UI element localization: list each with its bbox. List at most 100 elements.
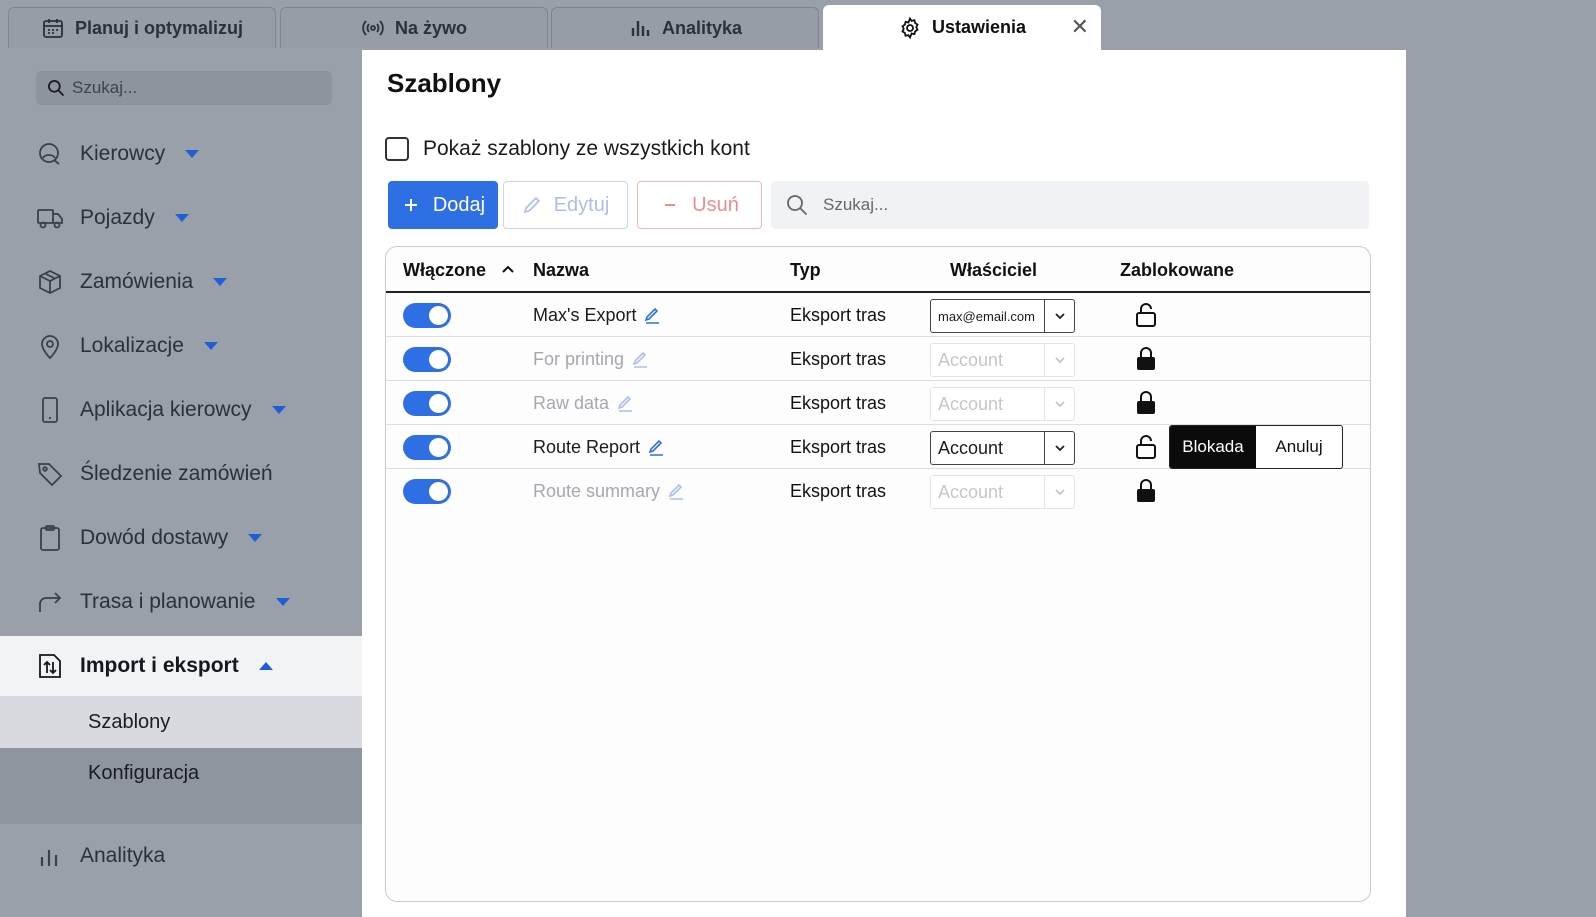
template-name: Max's Export — [533, 305, 661, 326]
sidebar-item-label: Aplikacja kierowcy — [80, 398, 252, 421]
tab-label: Analityka — [661, 17, 743, 38]
sidebar-item-locations[interactable]: Lokalizacje — [0, 314, 362, 378]
table-row[interactable]: For printing Eksport tras Account — [386, 337, 1370, 381]
unlock-icon[interactable] — [1134, 302, 1158, 328]
owner-select[interactable]: Account — [930, 431, 1075, 465]
edit-button[interactable]: Edytuj — [503, 181, 628, 229]
sidebar-subitem-templates[interactable]: Szablony — [0, 696, 362, 748]
enabled-toggle[interactable] — [403, 303, 451, 328]
sidebar-item-vehicles[interactable]: Pojazdy — [0, 186, 362, 250]
table-row[interactable]: Raw data Eksport tras Account — [386, 381, 1370, 425]
template-type: Eksport tras — [790, 305, 887, 325]
sidebar-item-analytics[interactable]: Analityka — [0, 824, 362, 888]
template-name: For printing — [533, 349, 649, 370]
sidebar-item-label: Śledzenie zamówień — [80, 462, 273, 485]
tab-plan-optimize[interactable]: Planuj i optymalizuj — [8, 7, 276, 48]
show-all-accounts-row[interactable]: Pokaż szablony ze wszystkich kont — [385, 137, 750, 161]
show-all-accounts-checkbox[interactable] — [385, 137, 409, 161]
pencil-icon — [668, 483, 684, 500]
template-type: Eksport tras — [790, 393, 887, 413]
sidebar-item-orders[interactable]: Zamówienia — [0, 250, 362, 314]
broadcast-icon — [362, 20, 384, 36]
tab-label: Planuj i optymalizuj — [74, 17, 244, 38]
enabled-toggle[interactable] — [403, 391, 451, 416]
import-export-icon — [39, 654, 61, 678]
column-enabled[interactable]: Włączone — [403, 260, 486, 281]
edit-button-label: Edytuj — [553, 193, 610, 216]
chevron-down-icon — [174, 214, 189, 222]
enabled-toggle[interactable] — [403, 435, 451, 460]
sidebar-item-label: Dowód dostawy — [80, 526, 229, 549]
sidebar-subitem-label: Szablony — [88, 710, 171, 733]
cancel-lock-button[interactable]: Anuluj — [1256, 426, 1342, 468]
sidebar-item-route-planning[interactable]: Trasa i planowanie — [0, 570, 362, 634]
add-button[interactable]: Dodaj — [388, 181, 498, 229]
owner-select[interactable]: max@email.com — [930, 299, 1075, 333]
chevron-down-icon — [185, 150, 200, 158]
owner-select-value: Account — [938, 437, 1004, 458]
unlock-icon[interactable] — [1134, 434, 1158, 460]
template-type: Eksport tras — [790, 437, 887, 457]
tab-analytics[interactable]: Analityka — [551, 7, 819, 48]
sidebar-item-label: Zamówienia — [80, 270, 194, 293]
template-search-input[interactable]: Szukaj... — [771, 181, 1369, 229]
lock-icon[interactable] — [1134, 478, 1158, 504]
chevron-up-icon — [258, 662, 273, 670]
table-row[interactable]: Route Report Eksport tras Account Blokad… — [386, 425, 1370, 469]
chevron-down-icon — [213, 278, 228, 286]
templates-panel: Szablony Pokaż szablony ze wszystkich ko… — [362, 50, 1406, 917]
templates-table: Włączone Nazwa Typ Właściciel Zablokowan… — [385, 246, 1371, 902]
table-row[interactable]: Route summary Eksport tras Account — [386, 469, 1370, 513]
chevron-down-icon — [1054, 313, 1065, 320]
tab-label: Na żywo — [394, 17, 468, 38]
sort-ascending-icon[interactable] — [500, 261, 516, 277]
template-name: Route Report — [533, 437, 665, 458]
template-name-text: Raw data — [533, 393, 610, 413]
owner-select: Account — [930, 387, 1075, 421]
tag-icon — [37, 463, 63, 487]
owner-select: Account — [930, 475, 1075, 509]
chevron-down-icon — [275, 598, 290, 606]
sidebar-item-order-tracking[interactable]: Śledzenie zamówień — [0, 442, 362, 506]
search-placeholder: Szukaj... — [72, 78, 138, 97]
chevron-down-icon — [1054, 401, 1065, 408]
pencil-icon[interactable] — [644, 307, 661, 324]
column-name[interactable]: Nazwa — [533, 260, 589, 281]
confirm-lock-button[interactable]: Blokada — [1170, 426, 1256, 468]
owner-select-value: Account — [938, 349, 1004, 370]
pencil-icon[interactable] — [648, 439, 665, 456]
column-owner[interactable]: Właściciel — [950, 260, 1037, 281]
chevron-down-icon — [1054, 357, 1065, 364]
sidebar-search-input[interactable]: Szukaj... — [36, 71, 332, 105]
plus-icon — [404, 199, 417, 211]
bar-chart-icon — [40, 850, 58, 866]
column-type[interactable]: Typ — [790, 260, 821, 281]
sidebar-item-proof-of-delivery[interactable]: Dowód dostawy — [0, 506, 362, 570]
table-row[interactable]: Max's Export Eksport tras max@email.com — [386, 293, 1370, 337]
truck-icon — [37, 209, 63, 229]
lock-icon[interactable] — [1134, 390, 1158, 416]
template-type: Eksport tras — [790, 481, 887, 501]
delete-button[interactable]: Usuń — [637, 181, 762, 229]
sidebar: Szukaj... Kierowcy Pojazdy Zamówienia Lo… — [0, 48, 362, 917]
sidebar-subitem-configuration[interactable]: Konfiguracja — [0, 748, 362, 824]
column-locked[interactable]: Zablokowane — [1120, 260, 1234, 281]
sidebar-subitem-label: Konfiguracja — [88, 762, 200, 784]
template-name-text: Route summary — [533, 481, 661, 501]
sidebar-item-label: Pojazdy — [80, 206, 155, 229]
sidebar-item-driver-app[interactable]: Aplikacja kierowcy — [0, 378, 362, 442]
sidebar-item-import-export[interactable]: Import i eksport — [0, 636, 362, 696]
template-name-text: Route Report — [533, 437, 641, 457]
enabled-toggle[interactable] — [403, 479, 451, 504]
delete-button-label: Usuń — [692, 193, 739, 216]
page-title: Szablony — [387, 68, 502, 98]
close-icon[interactable]: ✕ — [1071, 16, 1089, 38]
template-name: Raw data — [533, 393, 634, 414]
box-icon — [39, 269, 61, 295]
tab-live[interactable]: Na żywo — [280, 7, 548, 48]
sidebar-item-drivers[interactable]: Kierowcy — [0, 122, 362, 186]
enabled-toggle[interactable] — [403, 347, 451, 372]
lock-icon[interactable] — [1134, 346, 1158, 372]
tab-settings[interactable]: Ustawienia ✕ — [823, 5, 1101, 50]
chevron-down-icon — [1054, 489, 1065, 496]
